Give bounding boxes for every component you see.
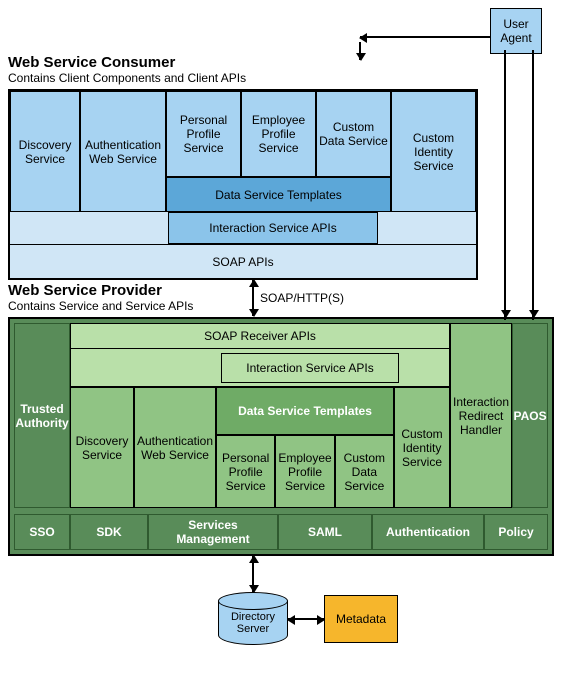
provider-isa: Interaction Service APIs (221, 353, 399, 383)
consumer-title: Web Service Consumer (8, 54, 554, 71)
provider-irh: Interaction Redirect Handler (450, 323, 512, 508)
provider-dst: Data Service Templates (216, 387, 394, 435)
provider-cis: Custom Identity Service (394, 387, 450, 508)
consumer-eps: Employee Profile Service (241, 91, 316, 177)
provider-container: Trusted Authority SOAP Receiver APIs Int… (8, 317, 554, 556)
provider-sso: SSO (14, 514, 70, 550)
consumer-pps: Personal Profile Service (166, 91, 241, 177)
provider-saml: SAML (278, 514, 372, 550)
provider-pps: Personal Profile Service (216, 435, 275, 508)
provider-sdk: SDK (70, 514, 148, 550)
metadata-box: Metadata (324, 595, 398, 643)
consumer-cis: Custom Identity Service (391, 91, 476, 212)
provider-policy: Policy (484, 514, 548, 550)
provider-trusted: Trusted Authority (14, 323, 70, 508)
provider-paos: PAOS (512, 323, 548, 508)
consumer-dst: Data Service Templates (166, 177, 391, 212)
provider-authn: Authentication (372, 514, 484, 550)
provider-eps: Employee Profile Service (275, 435, 334, 508)
consumer-discovery: Discovery Service (10, 91, 80, 212)
provider-soap-recv: SOAP Receiver APIs (70, 323, 450, 349)
consumer-cds: Custom Data Service (316, 91, 391, 177)
directory-cylinder: Directory Server (218, 592, 288, 645)
directory-label: Directory Server (219, 611, 287, 635)
provider-cds: Custom Data Service (335, 435, 394, 508)
consumer-soap: SOAP APIs (10, 244, 476, 278)
consumer-container: Discovery Service Authentication Web Ser… (8, 89, 478, 280)
soap-http-label: SOAP/HTTP(S) (260, 291, 344, 305)
provider-discovery: Discovery Service (70, 387, 134, 508)
consumer-isa: Interaction Service APIs (168, 212, 378, 244)
provider-sm: Services Management (148, 514, 278, 550)
consumer-auth: Authentication Web Service (80, 91, 166, 212)
user-agent-box: User Agent (490, 8, 542, 54)
user-agent-label: User Agent (493, 17, 539, 45)
consumer-subtitle: Contains Client Components and Client AP… (8, 71, 554, 85)
provider-auth: Authentication Web Service (134, 387, 216, 508)
